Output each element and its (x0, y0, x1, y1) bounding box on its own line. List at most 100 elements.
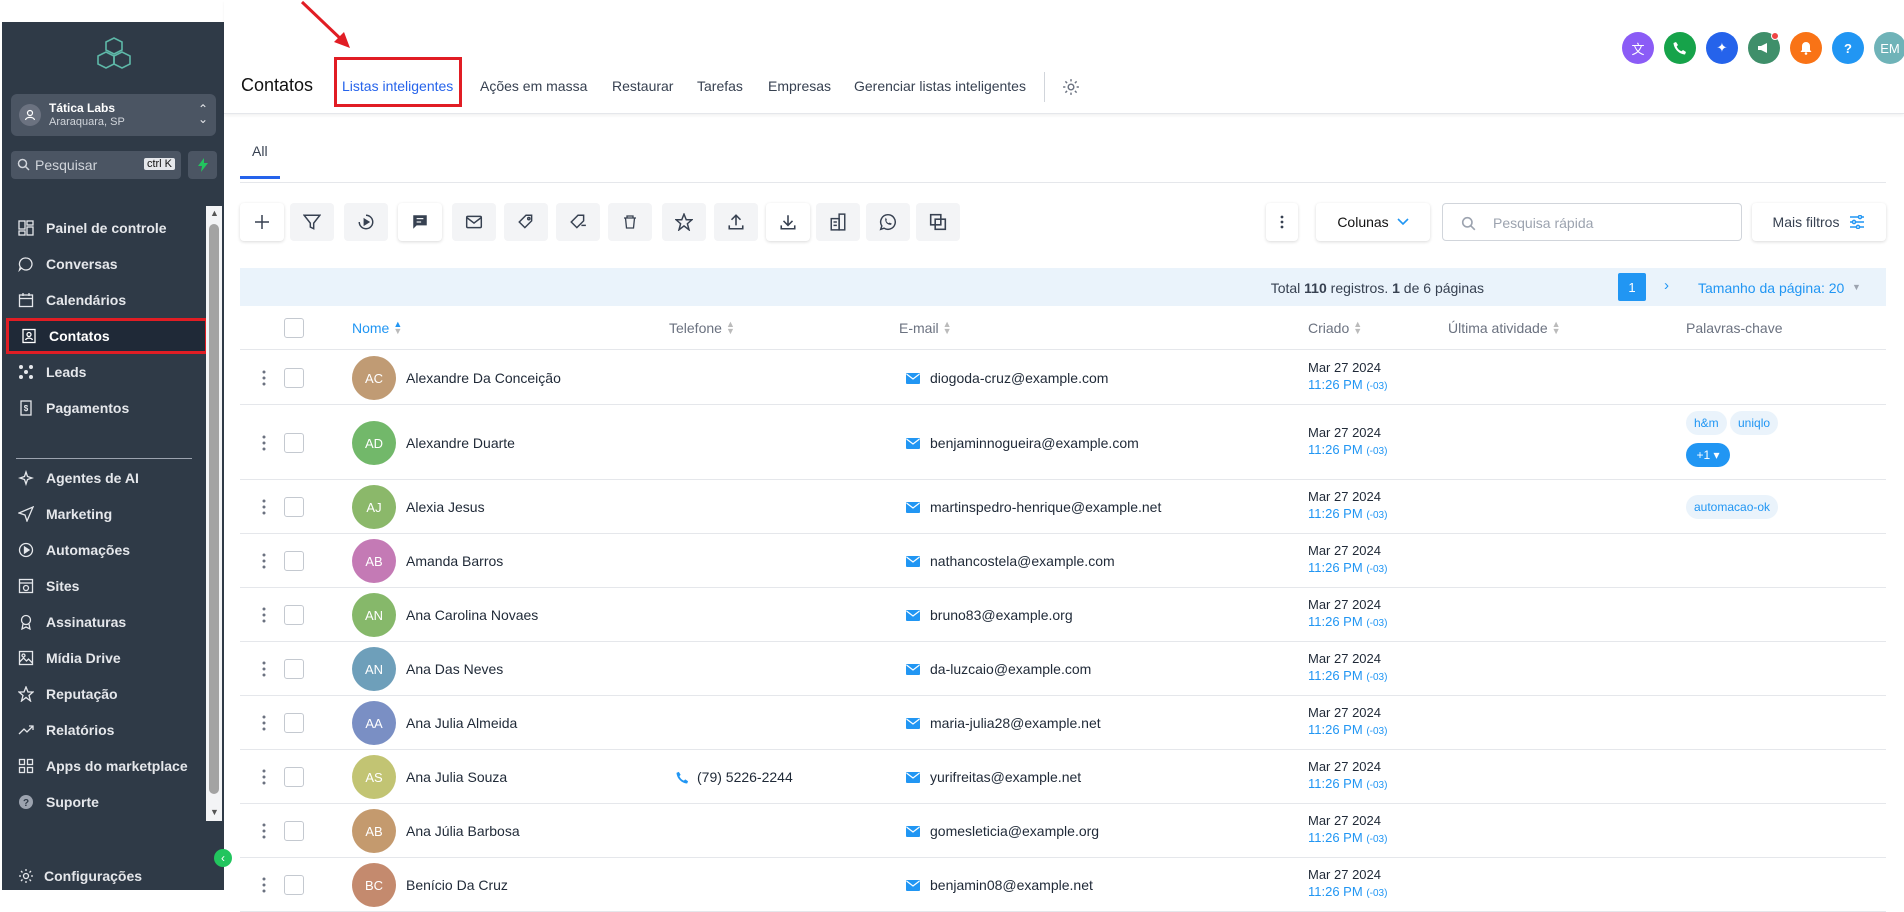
sms-button[interactable] (398, 203, 442, 241)
merge-button[interactable] (916, 203, 960, 241)
star-button[interactable] (662, 203, 706, 241)
contact-email[interactable]: benjamin08@example.net (906, 877, 1093, 893)
quick-search-input[interactable]: Pesquisa rápida (1442, 203, 1742, 241)
columns-dropdown[interactable]: Colunas (1316, 203, 1430, 241)
drag-handle-icon[interactable] (262, 661, 266, 677)
drag-handle-icon[interactable] (262, 435, 266, 451)
company-button[interactable] (816, 203, 860, 241)
table-row[interactable]: AC Alexandre Da Conceição diogoda-cruz@exa… (240, 350, 1886, 405)
email-button[interactable] (452, 203, 496, 241)
row-checkbox[interactable] (284, 605, 304, 625)
sidebar-item-automacoes[interactable]: Automações (6, 532, 208, 568)
magic-icon[interactable]: ✦ (1706, 32, 1738, 64)
phone-icon[interactable] (1664, 32, 1696, 64)
row-checkbox[interactable] (284, 433, 304, 453)
sidebar-item-agentes-ai[interactable]: Agentes de AI (6, 460, 208, 496)
drag-handle-icon[interactable] (262, 607, 266, 623)
tab-acoes-em-massa[interactable]: Ações em massa (480, 78, 587, 94)
delete-button[interactable] (608, 203, 652, 241)
column-header-criado[interactable]: Criado ▲ ▼ (1308, 320, 1362, 337)
page-size-select[interactable]: Tamanho da página: 20 (1698, 280, 1844, 296)
sidebar-item-configuracoes[interactable]: Configurações (18, 868, 142, 884)
keyword-tag[interactable]: automacao-ok (1686, 495, 1779, 519)
table-row[interactable]: AJ Alexia Jesus martinspedro-henrique@exam… (240, 480, 1886, 534)
contact-name[interactable]: Alexia Jesus (406, 499, 485, 515)
tab-gerenciar-listas[interactable]: Gerenciar listas inteligentes (854, 78, 1026, 94)
row-checkbox[interactable] (284, 875, 304, 895)
sidebar-item-apps-marketplace[interactable]: Apps do marketplace (6, 748, 208, 784)
export-button[interactable] (714, 203, 758, 241)
table-row[interactable]: AB Amanda Barros nathancostela@example.com… (240, 534, 1886, 588)
tab-all[interactable]: All (252, 143, 268, 159)
contact-email[interactable]: yurifreitas@example.net (906, 769, 1081, 785)
sidebar-item-marketing[interactable]: Marketing (6, 496, 208, 532)
contact-name[interactable]: Alexandre Da Conceição (406, 370, 561, 386)
drag-handle-icon[interactable] (262, 823, 266, 839)
megaphone-icon[interactable] (1748, 32, 1780, 64)
column-header-email[interactable]: E-mail ▲ ▼ (899, 320, 952, 337)
select-all-checkbox[interactable] (284, 318, 304, 338)
add-contact-button[interactable] (240, 203, 284, 241)
sidebar-item-leads[interactable]: Leads (6, 354, 208, 390)
sidebar-item-assinaturas[interactable]: Assinaturas (6, 604, 208, 640)
next-page-icon[interactable]: › (1664, 277, 1669, 294)
sidebar-item-relatorios[interactable]: Relatórios (6, 712, 208, 748)
column-header-ultima-atividade[interactable]: Última atividade ▲ ▼ (1448, 320, 1561, 337)
column-header-telefone[interactable]: Telefone ▲ ▼ (669, 320, 735, 337)
page-number-button[interactable]: 1 (1618, 273, 1646, 301)
gear-icon[interactable] (1062, 78, 1080, 96)
row-checkbox[interactable] (284, 368, 304, 388)
remove-tag-button[interactable] (556, 203, 600, 241)
contact-email[interactable]: martinspedro-henrique@example.net (906, 499, 1161, 515)
avatar[interactable]: EM (1874, 32, 1904, 64)
more-options-button[interactable] (1266, 203, 1298, 241)
sidebar-item-sites[interactable]: Sites (6, 568, 208, 604)
keyword-tag[interactable]: h&m (1686, 411, 1727, 435)
automation-button[interactable] (344, 203, 388, 241)
quick-action-button[interactable] (188, 151, 217, 179)
add-tag-button[interactable] (504, 203, 548, 241)
contact-name[interactable]: Amanda Barros (406, 553, 503, 569)
contact-email[interactable]: benjaminnogueira@example.com (906, 435, 1139, 451)
keyword-tag[interactable]: uniqlo (1730, 411, 1779, 435)
sidebar-item-calendarios[interactable]: Calendários (6, 282, 208, 318)
contact-name[interactable]: Ana Das Neves (406, 661, 503, 677)
drag-handle-icon[interactable] (262, 769, 266, 785)
row-checkbox[interactable] (284, 551, 304, 571)
table-row[interactable]: AA Ana Julia Almeida maria-julia28@example… (240, 696, 1886, 750)
column-header-nome[interactable]: Nome ▲ ▼ (352, 320, 402, 337)
drag-handle-icon[interactable] (262, 370, 266, 386)
filter-button[interactable] (290, 203, 334, 241)
sidebar-item-contatos[interactable]: Contatos (6, 318, 208, 354)
table-row[interactable]: AS Ana Julia Souza (79) 5226-2244 yurifreit… (240, 750, 1886, 804)
contact-email[interactable]: da-luzcaio@example.com (906, 661, 1091, 677)
contact-email[interactable]: diogoda-cruz@example.com (906, 370, 1108, 386)
more-filters-button[interactable]: Mais filtros (1752, 203, 1886, 241)
sidebar-scrollbar[interactable]: ▲ ▼ (206, 206, 222, 821)
table-row[interactable]: AN Ana Carolina Novaes bruno83@example.org… (240, 588, 1886, 642)
drag-handle-icon[interactable] (262, 499, 266, 515)
scrollbar-thumb[interactable] (209, 224, 219, 794)
sidebar-item-pagamentos[interactable]: $ Pagamentos (6, 390, 208, 426)
contact-phone[interactable]: (79) 5226-2244 (676, 769, 793, 785)
row-checkbox[interactable] (284, 821, 304, 841)
chevron-down-icon[interactable]: ▼ (1852, 282, 1861, 292)
scroll-up-icon[interactable]: ▲ (210, 208, 219, 218)
table-row[interactable]: AN Ana Das Neves da-luzcaio@example.com Mar… (240, 642, 1886, 696)
collapse-sidebar-button[interactable]: ‹ (214, 849, 232, 867)
contact-name[interactable]: Alexandre Duarte (406, 435, 515, 451)
sidebar-search[interactable]: Pesquisar ctrl K (11, 151, 181, 179)
more-tags-button[interactable]: +1 ▾ (1686, 443, 1730, 467)
sidebar-item-midia-drive[interactable]: Mídia Drive (6, 640, 208, 676)
bell-icon[interactable] (1790, 32, 1822, 64)
location-switcher[interactable]: Tática Labs Araraquara, SP ⌃ ⌄ (11, 94, 216, 136)
sidebar-item-dashboard[interactable]: Painel de controle (6, 210, 208, 246)
tab-empresas[interactable]: Empresas (768, 78, 831, 94)
row-checkbox[interactable] (284, 767, 304, 787)
sidebar-item-conversas[interactable]: Conversas (6, 246, 208, 282)
tab-tarefas[interactable]: Tarefas (697, 78, 743, 94)
contact-name[interactable]: Ana Carolina Novaes (406, 607, 538, 623)
drag-handle-icon[interactable] (262, 877, 266, 893)
table-row[interactable]: AB Ana Júlia Barbosa gomesleticia@example.… (240, 804, 1886, 858)
drag-handle-icon[interactable] (262, 715, 266, 731)
